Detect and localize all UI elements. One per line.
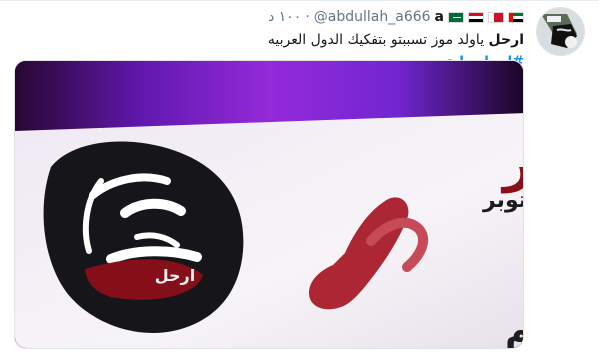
- poster-image: ارحل قطر 24 اكتوبر #ارحل_يا_تميم: [15, 61, 524, 349]
- poster-headline: قطر: [500, 134, 524, 194]
- tweet-text-body: ياولد موز تسببتو بتفكيك الدول العربيه: [267, 32, 485, 48]
- bahrain-flag-icon: [488, 11, 504, 23]
- separator: ·: [305, 9, 310, 25]
- avatar[interactable]: [536, 7, 585, 56]
- display-name[interactable]: a: [435, 9, 444, 25]
- poster-date: 24 اكتوبر: [482, 188, 524, 213]
- timestamp[interactable]: ١٠٠ د: [268, 9, 301, 25]
- tweet-text-bold: ارحل: [488, 32, 524, 48]
- user-handle[interactable]: @abdullah_a666: [314, 9, 431, 25]
- tweet-media[interactable]: ارحل قطر 24 اكتوبر #ارحل_يا_تميم: [14, 60, 524, 349]
- divider: [0, 0, 599, 1]
- poster-hashtag: #ارحل_يا_تميم: [505, 309, 524, 349]
- tweet[interactable]: ١٠٠ د · @abdullah_a666 a ارحل ياولد موز …: [0, 0, 599, 363]
- saudi-arabia-flag-icon: [448, 11, 464, 23]
- uae-flag-icon: [508, 11, 524, 23]
- poster-banner-text: ارحل: [155, 266, 196, 285]
- egypt-flag-icon: [468, 11, 484, 23]
- tweet-meta: ١٠٠ د · @abdullah_a666 a: [268, 8, 524, 26]
- avatar-image: [537, 8, 584, 55]
